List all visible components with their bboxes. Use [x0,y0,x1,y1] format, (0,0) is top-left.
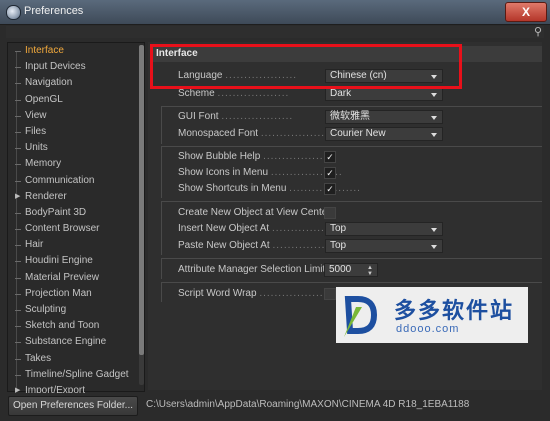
mono-font-label: Monospaced Font [178,128,259,139]
shortcuts-in-menu-checkbox[interactable]: ✓ [324,183,336,195]
stepper-arrows-icon[interactable]: ▲ ▼ [367,265,373,277]
sidebar-item-hair[interactable]: Hair [8,237,136,253]
expand-arrow-icon[interactable]: ▶ [15,189,20,205]
sidebar-item-input-devices[interactable]: Input Devices [8,59,136,75]
sidebar-item-material-preview[interactable]: Material Preview [8,270,136,286]
sidebar-item-view[interactable]: View [8,108,136,124]
chevron-down-icon [431,228,437,232]
icons-in-menu-label: Show Icons in Menu [178,167,269,178]
watermark-url: ddooo.com [396,323,460,335]
window-title: Preferences [24,5,84,17]
sidebar-item-timeline[interactable]: Timeline/Spline Gadget [8,367,136,383]
search-icon[interactable]: ⚲ [534,25,542,38]
insert-new-object-label: Insert New Object At [178,223,270,234]
new-object-center-row: Create New Object at View Center [178,205,331,221]
icons-in-menu-checkbox[interactable]: ✓ [324,167,336,179]
sidebar-item-memory[interactable]: Memory [8,156,136,172]
watermark-logo-icon [344,296,378,337]
paste-new-object-row: Paste New Object At ................... [178,240,345,251]
category-sidebar: Interface Input Devices Navigation OpenG… [7,42,145,396]
watermark-text: 多多软件站 [394,298,515,323]
sidebar-item-sketch-and-toon[interactable]: Sketch and Toon [8,318,136,334]
insert-new-object-row: Insert New Object At ................... [178,223,344,234]
chevron-down-icon [431,93,437,97]
sidebar-item-interface[interactable]: Interface [8,43,136,59]
shortcuts-in-menu-label: Show Shortcuts in Menu [178,183,287,194]
new-object-center-label: Create New Object at View Center [178,207,331,218]
chevron-down-icon [431,245,437,249]
gui-font-row: GUI Font ................... [178,109,353,125]
sidebar-item-units[interactable]: Units [8,140,136,156]
app-icon [6,5,21,20]
chevron-down-icon [431,116,437,120]
bubble-help-row: Show Bubble Help ................... [178,151,335,162]
highlight-annotation [150,44,462,89]
toolbar-strip [6,26,544,38]
scheme-label: Scheme [178,88,215,99]
bubble-help-checkbox[interactable]: ✓ [324,151,336,163]
sidebar-item-houdini-engine[interactable]: Houdini Engine [8,253,136,269]
attr-manager-limit-input[interactable]: 5000 ▲ ▼ [324,263,378,277]
scheme-dropdown[interactable]: Dark [325,87,443,101]
scrollbar-thumb[interactable] [139,45,144,355]
sidebar-item-navigation[interactable]: Navigation [8,75,136,91]
sidebar-item-bodypaint[interactable]: BodyPaint 3D [8,205,136,221]
script-word-wrap-row: Script Word Wrap ................... [178,288,332,299]
paste-new-object-label: Paste New Object At [178,240,270,251]
new-object-center-checkbox[interactable] [324,207,336,219]
sidebar-scrollbar[interactable] [139,45,144,385]
sidebar-item-projection-man[interactable]: Projection Man [8,286,136,302]
sidebar-item-content-browser[interactable]: Content Browser [8,221,136,237]
paste-new-object-dropdown[interactable]: Top [325,239,443,253]
gui-font-dropdown[interactable]: 微软雅黑 [325,110,443,124]
chevron-down-icon [431,133,437,137]
gui-font-label: GUI Font [178,111,219,122]
mono-font-row: Monospaced Font ................... [178,126,353,142]
sidebar-item-opengl[interactable]: OpenGL [8,92,136,108]
script-word-wrap-label: Script Word Wrap [178,288,257,299]
preferences-path: C:\Users\admin\AppData\Roaming\MAXON\CIN… [146,399,470,410]
close-button[interactable]: X [505,2,547,22]
mono-font-dropdown[interactable]: Courier New [325,127,443,141]
bubble-help-label: Show Bubble Help [178,151,261,162]
insert-new-object-dropdown[interactable]: Top [325,222,443,236]
sidebar-item-files[interactable]: Files [8,124,136,140]
script-word-wrap-checkbox[interactable] [324,288,336,300]
title-bar: Preferences X [0,0,550,25]
footer-bar: Open Preferences Folder... C:\Users\admi… [0,393,550,421]
sidebar-item-substance-engine[interactable]: Substance Engine [8,334,136,350]
sidebar-item-renderer[interactable]: ▶ Renderer [8,189,136,205]
attr-manager-label: Attribute Manager Selection Limit [178,264,326,275]
open-preferences-folder-button[interactable]: Open Preferences Folder... [8,396,138,416]
sidebar-item-sculpting[interactable]: Sculpting [8,302,136,318]
sidebar-item-communication[interactable]: Communication [8,173,136,189]
site-watermark: 多多软件站 ddooo.com [336,287,528,343]
icons-in-menu-row: Show Icons in Menu ................... [178,167,343,178]
attr-manager-row: Attribute Manager Selection Limit [178,262,325,278]
sidebar-item-takes[interactable]: Takes [8,351,136,367]
